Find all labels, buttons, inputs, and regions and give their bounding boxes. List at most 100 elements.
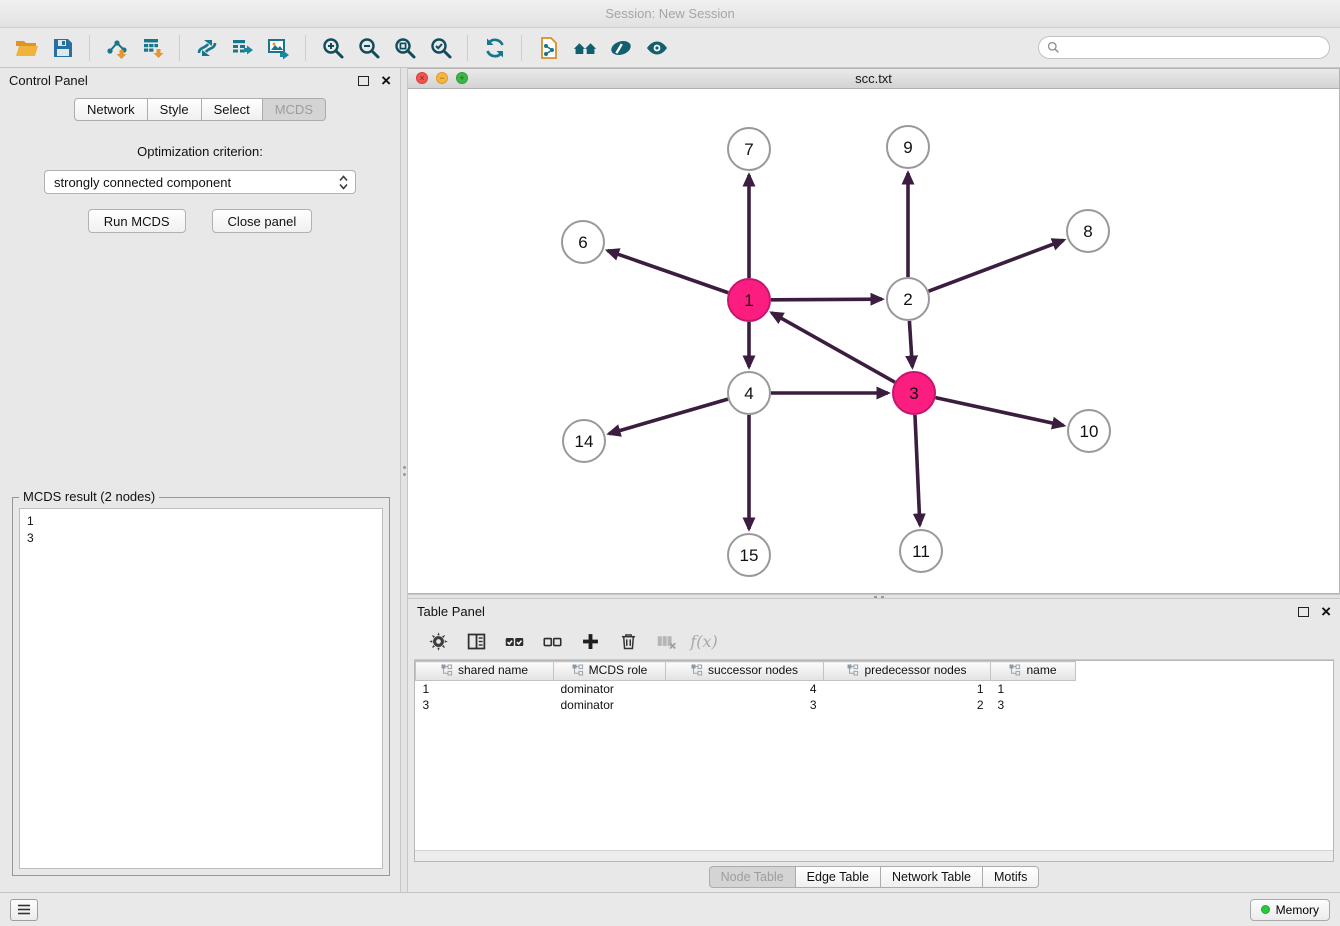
open-file-icon [15,36,39,60]
graph-node-15[interactable]: 15 [728,534,770,576]
table-tab-network-table[interactable]: Network Table [881,866,983,888]
network-graph[interactable]: 7 9 6 8 1 2 4 3 14 10 15 11 [408,89,1338,593]
graph-node-11[interactable]: 11 [900,530,942,572]
table-cell[interactable]: 1 [416,681,554,697]
graph-edge-1-2[interactable] [771,299,882,300]
graph-edge-2-3[interactable] [909,321,912,367]
open-file-button[interactable] [10,33,43,63]
zoom-out-button[interactable] [352,33,385,63]
first-neighbors-button[interactable] [532,33,565,63]
column-type-icon [847,664,859,676]
graph-node-3[interactable]: 3 [893,372,935,414]
table-row[interactable]: 1dominator411 [416,681,1076,697]
horizontal-splitter[interactable] [408,594,1340,599]
tab-network[interactable]: Network [74,98,148,121]
zoom-out-icon [357,36,381,60]
graph-node-9[interactable]: 9 [887,126,929,168]
apply-style-button[interactable] [604,33,637,63]
maximize-window-icon[interactable]: + [456,72,468,84]
network-canvas[interactable]: 7 9 6 8 1 2 4 3 14 10 15 11 [408,89,1339,593]
import-network-button[interactable] [100,33,133,63]
table-cell[interactable]: 2 [824,697,991,713]
export-table-button[interactable] [226,33,259,63]
close-panel-button[interactable]: Close panel [212,209,313,233]
save-session-button[interactable] [46,33,79,63]
vertical-splitter[interactable] [400,68,408,892]
minimize-window-icon[interactable]: − [436,72,448,84]
graph-node-10[interactable]: 10 [1068,410,1110,452]
graph-node-1[interactable]: 1 [728,279,770,321]
float-panel-icon[interactable] [1298,607,1309,617]
export-network-button[interactable] [190,33,223,63]
tab-select[interactable]: Select [202,98,263,121]
graph-node-7[interactable]: 7 [728,128,770,170]
search-icon [1047,41,1060,54]
home-icon [573,36,597,60]
add-row-button[interactable] [574,628,606,656]
show-hide-button[interactable] [640,33,673,63]
toolbar-separator [467,35,468,61]
graph-edge-1-6[interactable] [608,251,729,293]
graph-edge-3-11[interactable] [915,415,920,525]
network-window-title: scc.txt [408,71,1339,86]
tab-mcds[interactable]: MCDS [263,98,326,121]
show-hide-icon [645,36,669,60]
deselect-all-button[interactable] [536,628,568,656]
table-cell[interactable]: 1 [991,681,1076,697]
zoom-fit-button[interactable] [388,33,421,63]
graph-node-2[interactable]: 2 [887,278,929,320]
table-cell[interactable]: 4 [666,681,824,697]
graph-node-label: 10 [1080,422,1099,441]
search-input[interactable] [1065,41,1321,55]
memory-button[interactable]: Memory [1250,899,1330,921]
table-cell[interactable]: 3 [416,697,554,713]
network-window: × − + scc.txt 7 9 6 8 1 2 4 3 14 10 15 11 [408,68,1340,594]
table-tab-edge-table[interactable]: Edge Table [796,866,881,888]
column-header-name[interactable]: name [991,662,1076,681]
panel-menu-button[interactable] [10,899,38,921]
import-table-button[interactable] [136,33,169,63]
table-cell[interactable]: 1 [824,681,991,697]
delete-row-button[interactable] [612,628,644,656]
close-window-icon[interactable]: × [416,72,428,84]
column-header-successor-nodes[interactable]: successor nodes [666,662,824,681]
graph-node-4[interactable]: 4 [728,372,770,414]
table-row[interactable]: 3dominator323 [416,697,1076,713]
column-label: shared name [458,663,528,677]
graph-edge-3-10[interactable] [935,398,1063,426]
close-panel-icon[interactable]: × [1321,603,1331,620]
gear-button[interactable] [422,628,454,656]
graph-edge-4-14[interactable] [609,399,728,434]
close-panel-icon[interactable]: × [381,72,391,89]
graph-edge-2-8[interactable] [929,240,1064,291]
export-image-button[interactable] [262,33,295,63]
home-button[interactable] [568,33,601,63]
column-header-shared-name[interactable]: shared name [416,662,554,681]
run-mcds-button[interactable]: Run MCDS [88,209,186,233]
tab-style[interactable]: Style [148,98,202,121]
select-all-button[interactable] [498,628,530,656]
refresh-button[interactable] [478,33,511,63]
graph-node-label: 2 [903,290,912,309]
function-button[interactable]: f(x) [688,628,720,656]
table-cell[interactable]: 3 [666,697,824,713]
search-box[interactable] [1038,36,1330,59]
column-selector-button[interactable] [460,628,492,656]
column-header-predecessor-nodes[interactable]: predecessor nodes [824,662,991,681]
table-cell[interactable]: dominator [554,681,666,697]
table-horizontal-scrollbar[interactable] [415,850,1333,861]
column-header-mcds-role[interactable]: MCDS role [554,662,666,681]
graph-node-8[interactable]: 8 [1067,210,1109,252]
graph-edge-3-1[interactable] [772,313,895,382]
float-panel-icon[interactable] [358,76,369,86]
table-tab-motifs[interactable]: Motifs [983,866,1039,888]
criterion-dropdown[interactable]: strongly connected component [44,170,356,194]
graph-node-6[interactable]: 6 [562,221,604,263]
zoom-in-button[interactable] [316,33,349,63]
graph-node-14[interactable]: 14 [563,420,605,462]
table-tab-node-table[interactable]: Node Table [709,866,796,888]
zoom-selected-button[interactable] [424,33,457,63]
table-cell[interactable]: dominator [554,697,666,713]
table-cell[interactable]: 3 [991,697,1076,713]
delete-column-button[interactable] [650,628,682,656]
